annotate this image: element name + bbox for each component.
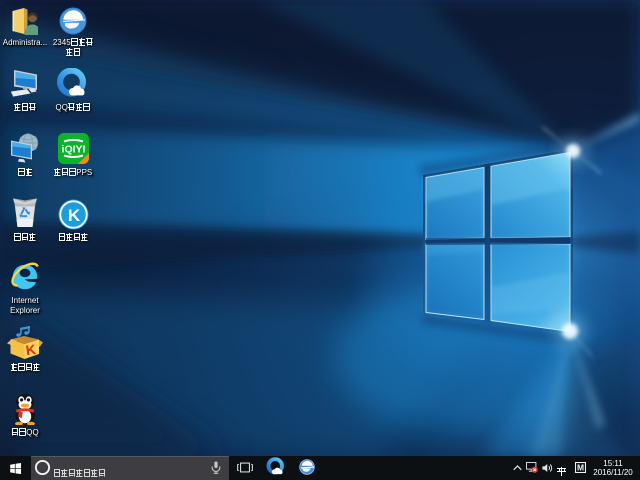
- svg-text:M: M: [577, 463, 584, 473]
- svg-text:iQIYI: iQIYI: [61, 144, 85, 156]
- svg-text:K: K: [67, 206, 80, 225]
